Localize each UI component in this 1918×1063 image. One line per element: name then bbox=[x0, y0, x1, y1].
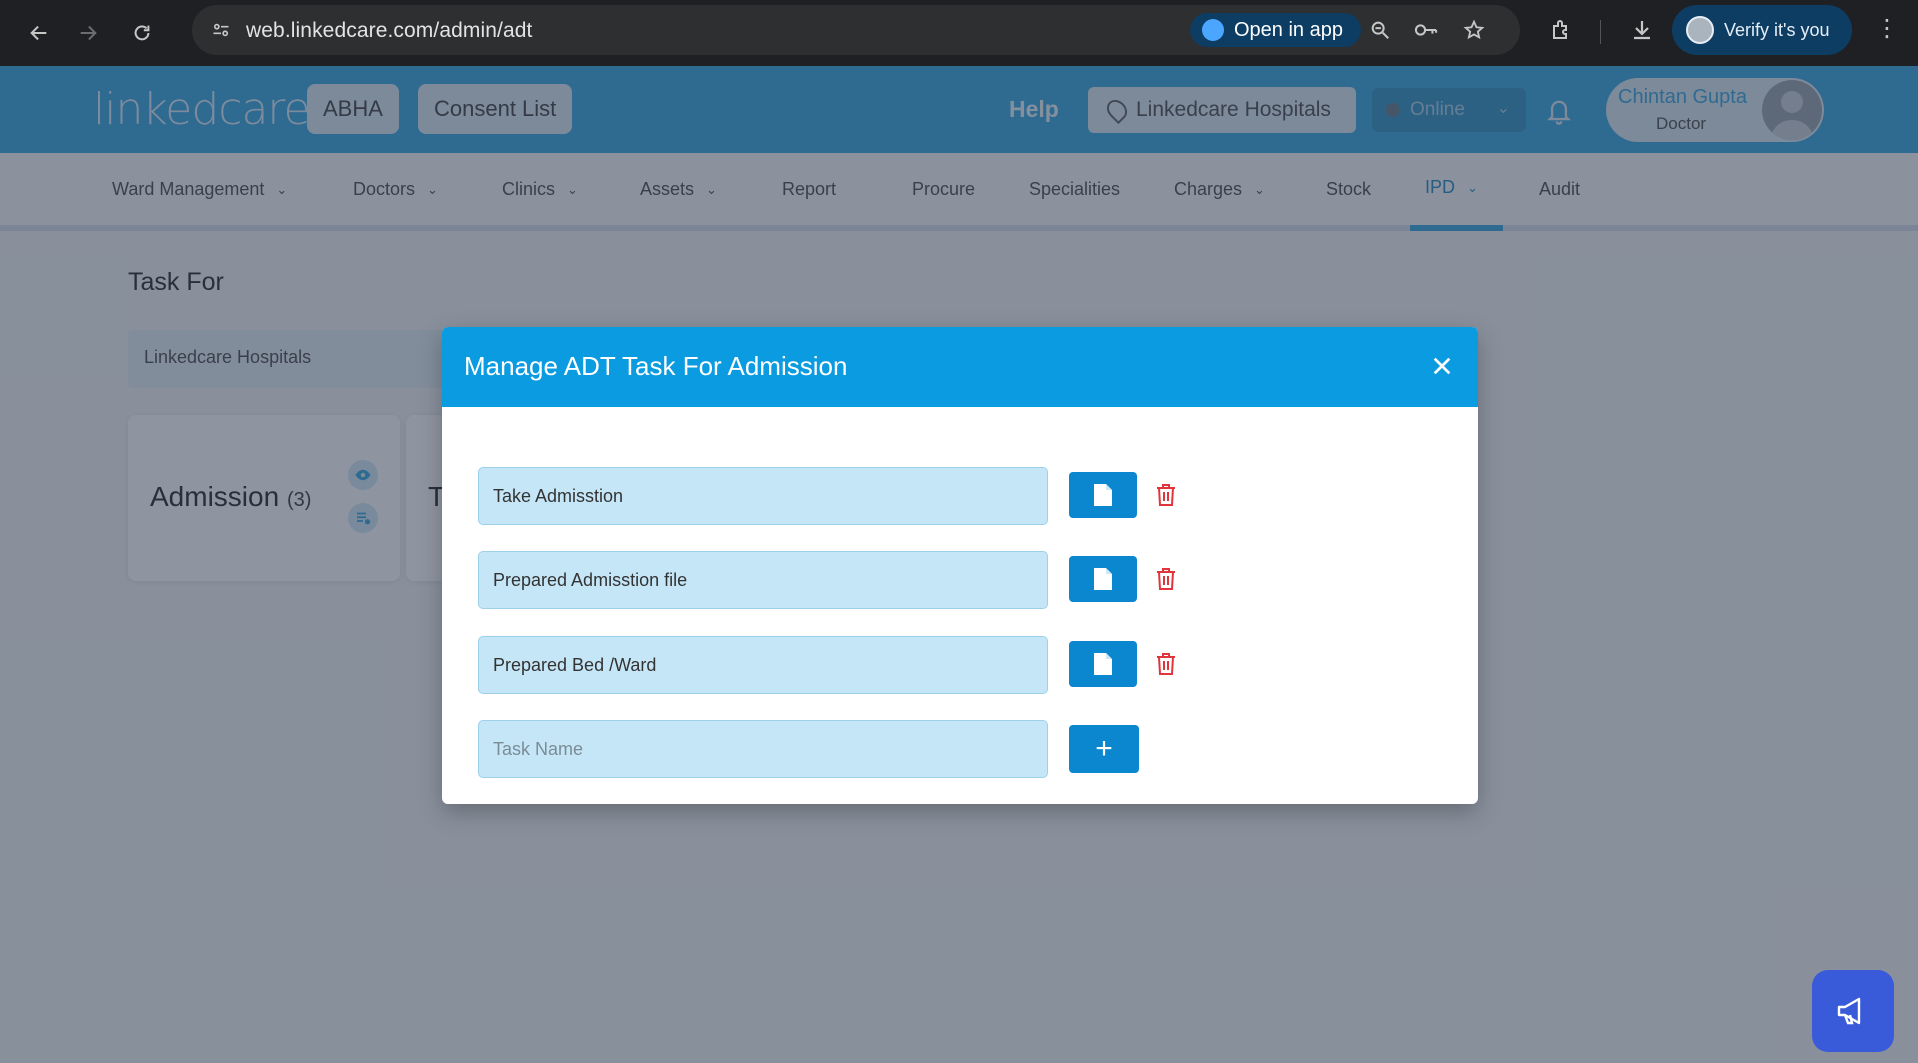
download-icon[interactable] bbox=[1626, 14, 1658, 46]
delete-task-button[interactable] bbox=[1153, 650, 1179, 678]
manage-adt-task-modal: Manage ADT Task For Admission bbox=[442, 327, 1478, 804]
key-icon[interactable] bbox=[1410, 14, 1442, 46]
modal-title: Manage ADT Task For Admission bbox=[464, 351, 848, 381]
edit-task-button[interactable] bbox=[1069, 556, 1137, 602]
edit-task-button[interactable] bbox=[1069, 472, 1137, 518]
zoom-icon[interactable] bbox=[1364, 14, 1396, 46]
trash-icon bbox=[1157, 484, 1175, 506]
verify-profile-button[interactable]: Verify it's you bbox=[1672, 5, 1852, 55]
app-icon bbox=[1202, 19, 1224, 41]
file-icon bbox=[1094, 653, 1112, 675]
add-task-button[interactable]: + bbox=[1069, 725, 1139, 773]
address-bar[interactable]: web.linkedcare.com/admin/adt Open in app bbox=[192, 5, 1520, 55]
site-info-icon[interactable] bbox=[206, 15, 236, 45]
back-icon[interactable] bbox=[17, 11, 61, 55]
browser-menu-icon[interactable]: ⋮ bbox=[1872, 14, 1902, 43]
task-name-input[interactable] bbox=[478, 636, 1048, 694]
new-task-row bbox=[478, 720, 1048, 778]
delete-task-button[interactable] bbox=[1153, 565, 1179, 593]
trash-icon bbox=[1157, 568, 1175, 590]
verify-label: Verify it's you bbox=[1724, 19, 1830, 40]
task-name-input[interactable] bbox=[478, 467, 1048, 525]
bookmark-star-icon[interactable] bbox=[1458, 14, 1490, 46]
delete-task-button[interactable] bbox=[1153, 481, 1179, 509]
file-icon bbox=[1094, 484, 1112, 506]
forward-icon[interactable] bbox=[66, 11, 110, 55]
announcement-button[interactable] bbox=[1812, 970, 1894, 1052]
megaphone-icon bbox=[1837, 997, 1861, 1025]
modal-header: Manage ADT Task For Admission bbox=[442, 327, 1478, 407]
close-icon[interactable] bbox=[1427, 351, 1457, 381]
reload-icon[interactable] bbox=[120, 11, 164, 55]
browser-toolbar: web.linkedcare.com/admin/adt Open in app… bbox=[0, 0, 1918, 66]
new-task-name-input[interactable] bbox=[478, 720, 1048, 778]
profile-avatar bbox=[1686, 16, 1714, 44]
trash-icon bbox=[1157, 653, 1175, 675]
url-text[interactable]: web.linkedcare.com/admin/adt bbox=[246, 19, 532, 43]
task-row bbox=[478, 467, 1048, 525]
task-name-input[interactable] bbox=[478, 551, 1048, 609]
open-in-app-button[interactable]: Open in app bbox=[1190, 13, 1361, 47]
toolbar-divider bbox=[1600, 20, 1601, 44]
task-row bbox=[478, 636, 1048, 694]
task-row bbox=[478, 551, 1048, 609]
file-icon bbox=[1094, 568, 1112, 590]
extensions-icon[interactable] bbox=[1546, 14, 1578, 46]
edit-task-button[interactable] bbox=[1069, 641, 1137, 687]
open-in-app-label: Open in app bbox=[1234, 18, 1343, 41]
